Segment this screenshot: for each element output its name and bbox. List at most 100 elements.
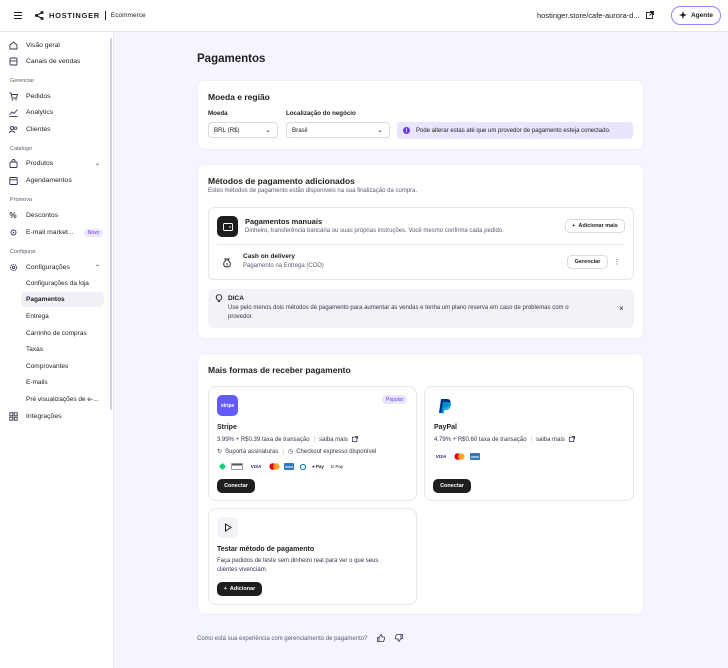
cod-title: Cash on delivery [243,253,296,260]
sidebar-sub-taxas[interactable]: Taxas [21,342,104,357]
stripe-features-row: ↻ Suporta assinaturas | ◷ Checkout expre… [217,448,377,456]
calendar-icon [8,176,18,186]
stripe-learn-more-link[interactable]: saiba mais [319,437,348,443]
store-url-link[interactable]: hostinger.store/cafe-aurora-d... [537,7,662,24]
visa-icon: VISA [250,464,262,469]
amex-icon [284,463,294,470]
location-label: Localização do negócio [286,110,356,117]
agent-button[interactable]: Agente [671,6,721,25]
section-catalogo: Catálogo [10,146,33,152]
stripe-name: Stripe [217,424,237,431]
tip-text-line-2: provedor. [228,314,254,320]
test-method-title: Testar método de pagamento [217,546,315,553]
grid-icon [8,412,18,422]
external-link-icon [351,436,358,444]
test-method-desc-1: Faça pedidos de teste sem dinheiro real … [217,558,379,564]
page-title: Pagamentos [197,53,266,65]
cod-desc: Pagamento na Entrega (COD) [243,263,324,269]
sidebar-sub-entrega[interactable]: Entrega [21,309,104,324]
play-icon [217,517,238,538]
store-icon [8,57,18,67]
sidebar-item-integracoes[interactable]: Integrações [8,409,62,424]
sidebar-item-agendamentos[interactable]: Agendamentos [8,173,72,188]
hostinger-logo[interactable]: HOSTINGER Ecommerce [35,11,146,20]
apple-pay-icon: ● Pay [312,464,324,469]
sidebar-sub-pagamentos[interactable]: Pagamentos [21,292,104,307]
tip-title: DICA [228,295,244,302]
sidebar-scrollbar[interactable] [110,38,112,410]
sidebar-sub-previsualizacoes[interactable]: Pré visualizações de e-... [21,392,104,407]
chevron-down-icon: ⌄ [265,127,271,134]
agent-label: Agente [690,12,714,19]
paypal-logo [434,395,455,416]
stripe-connect-button[interactable]: Conectar [217,479,255,493]
chevron-down-icon: ⌄ [94,161,100,167]
sidebar-sub-emails[interactable]: E-mails [21,375,104,390]
google-pay-icon: G Pay [330,464,344,469]
top-bar: HOSTINGER Ecommerce hostinger.store/cafe… [0,0,728,32]
sparkle-gear-icon [8,228,18,238]
users-icon [8,125,18,135]
sidebar-item-canais[interactable]: Canais de vendas [8,54,80,69]
close-icon[interactable]: × [619,304,624,313]
wallet-icon [217,216,238,237]
mastercard-icon [453,453,465,460]
paypal-fee-row: 4.79% + R$0.60 taxa de transação | saiba… [434,436,575,444]
plus-icon: + [572,223,576,229]
manage-button[interactable]: Gerenciar [567,255,608,269]
tip-text-line-1: Use pelo menos dois métodos de pagamento… [228,305,569,311]
svg-text:$: $ [226,261,229,266]
methods-card-subtitle: Estes métodos de pagamento estão disponí… [208,188,418,194]
paypal-connect-button[interactable]: Conectar [433,479,471,493]
plus-icon: + [223,586,227,592]
currency-region-card [197,80,644,150]
cart-icon [8,92,18,102]
more-card-title: Mais formas de receber pagamento [208,365,351,375]
list-divider [217,244,625,245]
more-options-icon[interactable]: ⋮ [614,256,621,268]
novo-badge: Novo [83,228,104,237]
paypal-learn-more-link[interactable]: saiba mais [536,437,565,443]
feedback-row: Como está sua experiência com gerenciame… [197,634,404,644]
external-link-icon [568,436,575,444]
bag-icon [8,159,18,169]
link-pay-icon [218,463,226,470]
refresh-icon: ↻ [217,449,223,455]
sidebar-sub-carrinho[interactable]: Carrinho de compras [21,326,104,341]
logo-divider [104,11,106,20]
section-promova: Promova [10,197,33,203]
section-configurar: Configurar [10,249,36,255]
amex-icon [470,453,480,460]
sidebar-item-email-marketing[interactable]: E-mail market... Novo [8,225,104,240]
feedback-question: Como está sua experiência com gerenciame… [197,636,368,642]
sidebar-item-visao-geral[interactable]: Visão geral [8,38,60,53]
sidebar-sub-comprovantes[interactable]: Comprovantes [21,359,104,374]
sidebar-item-descontos[interactable]: % Descontos [8,208,58,223]
gear-icon [8,263,18,273]
money-bag-icon: $ [219,254,235,270]
sidebar-item-produtos[interactable]: Produtos ⌄ [8,156,100,171]
stripe-logo: stripe [217,395,238,416]
percent-icon: % [9,211,17,220]
sidebar-item-clientes[interactable]: Clientes [8,122,51,137]
sidebar-item-pedidos[interactable]: Pedidos [8,89,51,104]
location-select[interactable]: Brasil ⌄ [286,122,390,138]
sidebar-item-analytics[interactable]: Analytics [8,105,53,120]
currency-label: Moeda [208,110,228,117]
thumbs-up-icon[interactable] [377,634,386,644]
chevron-up-icon: ⌃ [94,265,100,271]
hostinger-mark-icon [35,11,44,20]
currency-select[interactable]: BRL (R$) ⌄ [208,122,278,138]
test-method-desc-2: clientes vivenciam. [217,567,268,573]
clock-icon: ◷ [287,449,294,455]
add-more-button[interactable]: + Adicionar mais [565,219,625,233]
stripe-fee-row: 3.99% + R$0.39 taxa de transação | saiba… [217,436,358,444]
sidebar-sub-configuracoes-loja[interactable]: Configurações da loja [21,276,104,291]
thumbs-down-icon[interactable] [395,634,404,644]
sparkle-icon [678,10,687,21]
sidebar-item-configuracoes[interactable]: Configurações ⌃ [8,260,100,275]
visa-icon: VISA [435,454,447,459]
hamburger-menu-icon[interactable] [11,9,25,23]
add-test-method-button[interactable]: + Adicionar [217,582,262,596]
manual-payments-desc: Dinheiro, transferência bancária ou suas… [245,228,504,234]
